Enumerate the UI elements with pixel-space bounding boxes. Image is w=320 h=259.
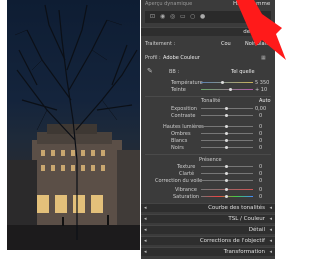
lens-corrections-header[interactable]: ◂ Corrections de l'objectif ◂ [141, 236, 275, 245]
photo-area [0, 0, 140, 259]
treatment-bw-option[interactable]: Noir/blanc [245, 41, 270, 47]
tint-label: Teinte [171, 87, 186, 93]
transformation-header[interactable]: ◂ Transformation ◂ [141, 247, 275, 256]
basic-panel-header[interactable]: de base ▼ [141, 27, 275, 36]
street-scene-image [7, 4, 140, 250]
radial-filter-icon[interactable]: ○ [190, 13, 195, 20]
tone-label: Tonalité [201, 98, 221, 104]
vibrance-knob[interactable] [225, 188, 228, 191]
hsl-title: TSL / Couleur [228, 216, 265, 222]
right-margin [275, 0, 300, 259]
expand-triangle-icon: ◂ [269, 216, 272, 222]
blacks-label: Noirs [171, 145, 184, 151]
vibrance-value[interactable]: 0 [259, 187, 262, 193]
highlights-value[interactable]: 0 [259, 124, 262, 130]
shadows-knob[interactable] [225, 132, 228, 135]
basic-panel-title: de base [243, 29, 265, 35]
dehaze-knob[interactable] [225, 179, 228, 182]
temperature-slider[interactable] [201, 82, 253, 83]
texture-knob[interactable] [225, 165, 228, 168]
whites-label: Blancs [171, 138, 188, 144]
left-gutter [0, 0, 7, 259]
clarity-knob[interactable] [225, 172, 228, 175]
toggle-icon[interactable]: ◂ [144, 238, 147, 244]
separator [145, 154, 271, 155]
tone-auto-button[interactable]: Auto [259, 98, 271, 104]
texture-value[interactable]: 0 [259, 164, 262, 170]
temperature-knob[interactable] [221, 81, 224, 84]
contrast-knob[interactable] [225, 114, 228, 117]
spot-removal-icon[interactable]: ◉ [160, 13, 165, 20]
hsl-header[interactable]: ◂ TSL / Couleur ◂ [141, 214, 275, 223]
saturation-label: Saturation [173, 194, 200, 200]
expand-triangle-icon: ◂ [269, 205, 272, 211]
expand-triangle-icon: ◂ [269, 238, 272, 244]
shadows-label: Ombres [171, 131, 191, 137]
toggle-icon[interactable]: ◂ [144, 227, 147, 233]
temperature-value[interactable]: 5 350 [255, 80, 269, 86]
transformation-title: Transformation [223, 249, 265, 255]
tint-slider[interactable] [201, 89, 253, 90]
profile-browser-icon[interactable]: ▦ [261, 55, 266, 61]
toggle-icon[interactable]: ◂ [144, 205, 147, 211]
wb-dropdown[interactable]: Tel quelle [231, 69, 255, 75]
lightroom-window: Aperçu dynamique Histogramme ⊡ ◉ ◎ ▭ ○ ●… [0, 0, 300, 259]
tint-knob[interactable] [229, 88, 232, 91]
exposure-label: Exposition [171, 106, 197, 112]
profile-label: Profil : [145, 55, 161, 61]
blacks-value[interactable]: 0 [259, 145, 262, 151]
crop-icon[interactable]: ⊡ [150, 13, 155, 20]
top-label: Aperçu dynamique [145, 1, 193, 7]
presence-label: Présence [199, 157, 222, 163]
clarity-label: Clarté [179, 171, 195, 177]
photo-preview[interactable] [7, 0, 140, 250]
photo-bottom-margin [7, 250, 140, 259]
tone-curve-header[interactable]: ◂ Courbe des tonalités ◂ [141, 203, 275, 212]
develop-panel: Aperçu dynamique Histogramme ⊡ ◉ ◎ ▭ ○ ●… [141, 0, 275, 259]
contrast-value[interactable]: 0 [259, 113, 262, 119]
brush-icon[interactable]: ● [200, 13, 205, 20]
shadows-value[interactable]: 0 [259, 131, 262, 137]
wb-label: BB : [169, 69, 180, 75]
separator [145, 96, 271, 97]
red-eye-icon[interactable]: ◎ [170, 13, 175, 20]
dehaze-label: Correction du voile [155, 178, 203, 184]
blacks-knob[interactable] [225, 146, 228, 149]
eyedropper-icon[interactable]: ✎ [147, 67, 153, 75]
contrast-label: Contraste [171, 113, 196, 119]
profile-dropdown[interactable]: Adobe Couleur [163, 55, 200, 61]
histogram-toolbar: ⊡ ◉ ◎ ▭ ○ ● [145, 11, 271, 23]
histogram-title[interactable]: Histogramme [233, 1, 270, 7]
tint-value[interactable]: + 10 [255, 87, 267, 93]
lens-corrections-title: Corrections de l'objectif [199, 238, 265, 244]
detail-header[interactable]: ◂ Détail ◂ [141, 225, 275, 234]
exposure-knob[interactable] [225, 107, 228, 110]
highlights-label: Hautes lumières [163, 124, 204, 130]
expand-triangle-icon: ◂ [269, 249, 272, 255]
collapse-triangle-icon: ▼ [268, 29, 272, 35]
toggle-icon[interactable]: ◂ [144, 249, 147, 255]
clarity-value[interactable]: 0 [259, 171, 262, 177]
treatment-color-option[interactable]: Cou [221, 41, 231, 47]
whites-value[interactable]: 0 [259, 138, 262, 144]
dehaze-value[interactable]: 0 [259, 178, 262, 184]
temperature-label: Température [171, 80, 203, 86]
vibrance-label: Vibrance [175, 187, 197, 193]
tone-curve-title: Courbe des tonalités [208, 205, 265, 211]
saturation-knob[interactable] [225, 195, 228, 198]
toggle-icon[interactable]: ◂ [144, 216, 147, 222]
expand-triangle-icon: ◂ [269, 227, 272, 233]
detail-title: Détail [248, 227, 265, 233]
highlights-knob[interactable] [225, 125, 228, 128]
whites-knob[interactable] [225, 139, 228, 142]
texture-label: Texture [177, 164, 196, 170]
graduated-filter-icon[interactable]: ▭ [180, 13, 186, 20]
exposure-value[interactable]: 0,00 [255, 106, 266, 112]
treatment-label: Traitement : [145, 41, 176, 47]
saturation-value[interactable]: 0 [259, 194, 262, 200]
